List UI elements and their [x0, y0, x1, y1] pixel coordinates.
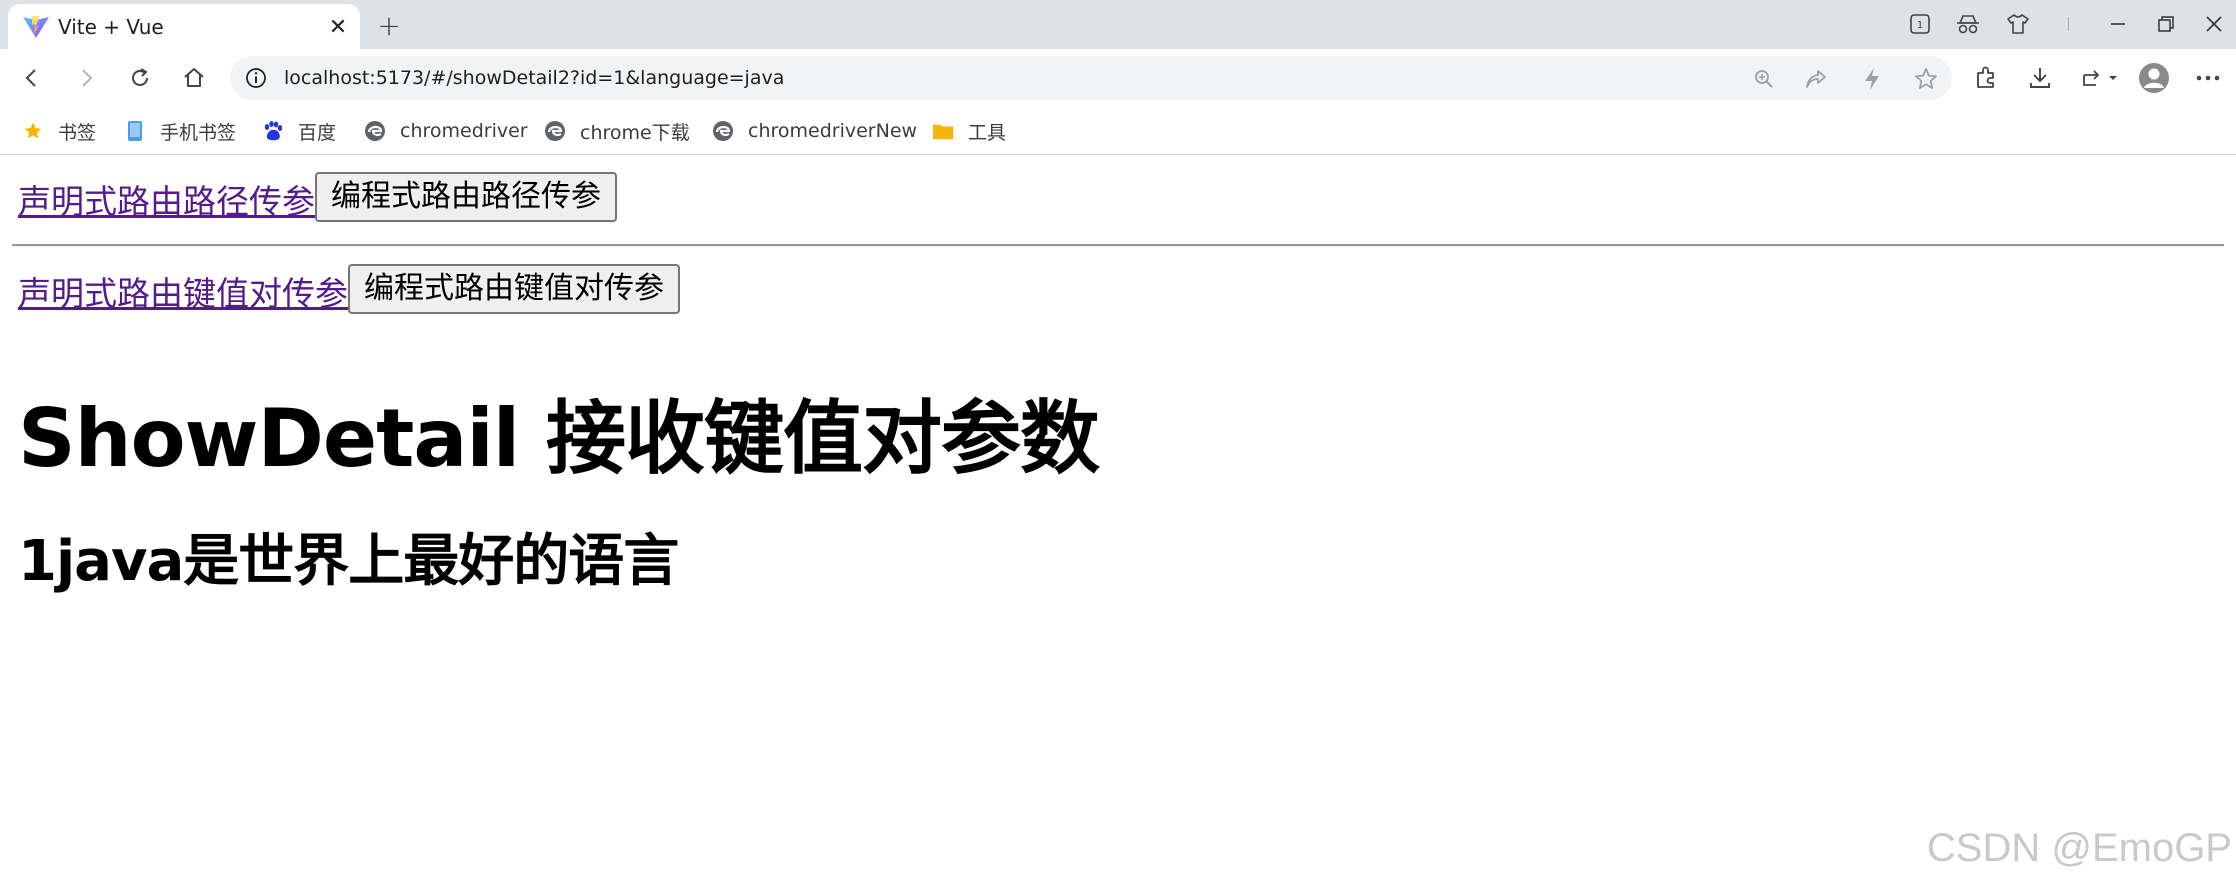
declarative-path-link[interactable]: 声明式路由路径传参	[18, 182, 315, 222]
home-icon[interactable]	[178, 62, 210, 94]
bookmark-item[interactable]: chromedriver	[364, 117, 528, 145]
bookmark-item[interactable]: 书签	[22, 117, 96, 145]
browser-toolbar: localhost:5173/#/showDetail2?id=1&langua…	[0, 49, 2236, 107]
close-window-icon[interactable]	[2194, 8, 2234, 40]
query-param-row: 声明式路由键值对传参 编程式路由键值对传参	[18, 264, 680, 314]
share-icon[interactable]	[1802, 65, 1830, 93]
bookmark-label: chrome下载	[580, 121, 690, 144]
declarative-query-link[interactable]: 声明式路由键值对传参	[18, 274, 348, 314]
bookmarks-bar: 书签 手机书签 百度 chromedriver chrome下载 chromed…	[0, 107, 2236, 155]
new-tab-button[interactable]: +	[374, 9, 404, 42]
address-bar[interactable]: localhost:5173/#/showDetail2?id=1&langua…	[230, 56, 1952, 100]
url-text[interactable]: localhost:5173/#/showDetail2?id=1&langua…	[284, 67, 784, 89]
forward-icon[interactable]	[70, 62, 102, 94]
tab-strip: Vite + Vue ✕ + 1	[0, 0, 2236, 49]
incognito-icon[interactable]	[1948, 8, 1988, 40]
bookmark-item[interactable]: chromedriverNew	[712, 117, 917, 145]
bolt-icon[interactable]	[1858, 65, 1886, 93]
sync-icon[interactable]	[2078, 62, 2122, 94]
param-result: 1java是世界上最好的语言	[18, 529, 679, 594]
tab-title: Vite + Vue	[58, 15, 164, 39]
bookmark-label: 百度	[298, 121, 337, 144]
extensions-icon[interactable]	[1970, 62, 2002, 94]
phone-icon	[124, 120, 146, 142]
bookmark-label: 手机书签	[160, 121, 237, 144]
bookmark-label: chromedriver	[400, 120, 528, 142]
baidu-paw-icon	[262, 120, 284, 142]
vite-logo-icon	[23, 16, 49, 38]
browser-tab[interactable]: Vite + Vue ✕	[8, 4, 360, 49]
programmatic-path-button[interactable]: 编程式路由路径传参	[315, 172, 617, 222]
path-param-row: 声明式路由路径传参 编程式路由路径传参	[18, 172, 617, 222]
folder-icon	[932, 120, 954, 142]
bookmark-item[interactable]: chrome下载	[544, 117, 690, 145]
star-icon[interactable]	[1912, 65, 1940, 93]
shirt-icon[interactable]	[1998, 8, 2038, 40]
zoom-icon[interactable]	[1750, 65, 1778, 93]
page-content: 声明式路由路径传参 编程式路由路径传参 声明式路由键值对传参 编程式路由键值对传…	[0, 156, 2236, 889]
tab-close-icon[interactable]: ✕	[324, 13, 352, 41]
divider	[12, 244, 2224, 247]
bookmark-label: 书签	[58, 121, 97, 144]
minimize-icon[interactable]	[2098, 8, 2138, 40]
edge-icon	[364, 120, 386, 142]
bookmark-label: chromedriverNew	[748, 120, 918, 142]
edge-icon	[712, 120, 734, 142]
svg-text:1: 1	[1917, 20, 1923, 31]
titlebar-divider	[2048, 8, 2088, 40]
watermark: CSDN @EmoGP	[1926, 826, 2232, 870]
tab-counter-icon[interactable]: 1	[1900, 8, 1940, 40]
star-icon	[22, 120, 44, 142]
profile-icon[interactable]	[2138, 62, 2170, 94]
restore-icon[interactable]	[2146, 8, 2186, 40]
bookmark-item[interactable]: 工具	[932, 117, 1006, 145]
bookmark-item[interactable]: 百度	[262, 117, 336, 145]
reload-icon[interactable]	[124, 62, 156, 94]
more-icon[interactable]	[2192, 62, 2224, 94]
page-title: ShowDetail 接收键值对参数	[18, 392, 1100, 485]
programmatic-query-button[interactable]: 编程式路由键值对传参	[348, 264, 680, 314]
download-icon[interactable]	[2024, 62, 2056, 94]
edge-icon	[544, 120, 566, 142]
site-info-icon[interactable]	[244, 66, 268, 90]
back-icon[interactable]	[16, 62, 48, 94]
bookmark-item[interactable]: 手机书签	[124, 117, 236, 145]
bookmark-label: 工具	[968, 121, 1007, 144]
